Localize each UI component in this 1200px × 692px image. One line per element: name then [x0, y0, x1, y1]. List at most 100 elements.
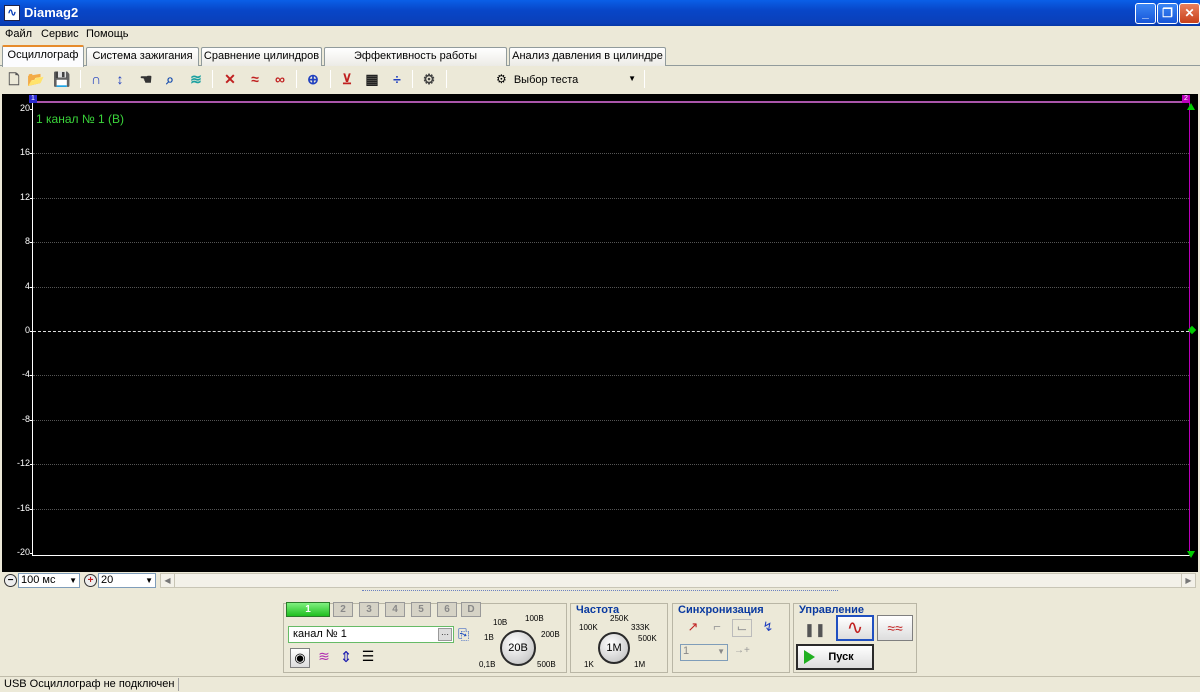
grid-line	[33, 509, 1189, 510]
scroll-left-icon[interactable]: ◀	[161, 574, 175, 587]
grid-line	[33, 198, 1189, 199]
sync-channel-select[interactable]: 1 ▼	[680, 644, 728, 661]
trigger-marker-icon[interactable]: ⊻	[337, 69, 357, 89]
waves-icon[interactable]: ≈	[245, 69, 265, 89]
dropdown-arrow-icon: ▼	[628, 74, 636, 83]
toolbar-separator	[80, 70, 81, 88]
y-tick-label: -20	[16, 547, 30, 557]
horizontal-scrollbar[interactable]: ◀ ▶	[160, 573, 1196, 588]
auto-settings-icon[interactable]: ⚙	[419, 69, 439, 89]
volt-label-200v: 200В	[541, 630, 560, 639]
voltage-knob[interactable]: 20В	[500, 630, 536, 666]
cursor-vertical-icon[interactable]: ↕	[110, 69, 130, 89]
new-file-icon[interactable]: 🗋	[4, 69, 24, 89]
split-icon[interactable]: ÷	[387, 69, 407, 89]
volt-label-1v: 1В	[484, 633, 494, 642]
zoom-icon[interactable]: ⌕	[160, 69, 180, 89]
freq-label-1k: 1K	[584, 660, 594, 669]
tab-pressure-analysis[interactable]: Анализ давления в цилиндре	[509, 47, 666, 66]
y-tick-label: 8	[24, 236, 30, 246]
tab-cylinder-efficiency[interactable]: Эффективность работы цилиндров	[324, 47, 507, 79]
test-select-dropdown[interactable]: ⚙ Выбор теста ▼	[496, 69, 640, 89]
toolbar: 🗋 📂 💾 ∩ ↕ ☚ ⌕ ≋ ✕ ≈ ∞ ⊕ ⊻ ▦ ÷ ⚙ ⚙ Выбор …	[0, 66, 1200, 92]
signal-filter-icon[interactable]: ≋	[314, 648, 334, 668]
freq-label-333k: 333K	[631, 623, 650, 632]
toolbar-separator	[296, 70, 297, 88]
menu-help[interactable]: Помощь	[86, 28, 129, 40]
window-title: Diamag2	[24, 5, 79, 20]
pause-icon[interactable]: ❚❚	[804, 620, 826, 640]
panel-splitter[interactable]	[362, 590, 838, 597]
eye-icon[interactable]: ◉	[290, 648, 310, 668]
close-button[interactable]: ✕	[1179, 3, 1200, 24]
channel-4-button[interactable]: 4	[385, 602, 405, 617]
channel-6-button[interactable]: 6	[437, 602, 457, 617]
start-button[interactable]: Пуск	[796, 644, 874, 670]
cursor-horizontal-icon[interactable]: ∩	[86, 69, 106, 89]
cursor-cross-icon[interactable]: ✕	[220, 69, 240, 89]
lower-limit-marker-icon[interactable]	[1187, 551, 1195, 558]
menu-service[interactable]: Сервис	[41, 28, 79, 40]
y-tick-label: 12	[19, 192, 30, 202]
channel-1-button[interactable]: 1	[286, 602, 330, 617]
toolbar-separator	[412, 70, 413, 88]
test-select-label: Выбор теста	[513, 74, 579, 86]
tab-ignition[interactable]: Система зажигания	[86, 47, 199, 66]
left-channel-marker[interactable]: 1	[29, 95, 37, 103]
zoom-in-amp-icon[interactable]: +	[84, 574, 97, 587]
sync-title: Синхронизация	[678, 604, 764, 616]
auto-sync-cursor-icon[interactable]: ↯	[758, 619, 778, 637]
frequency-knob[interactable]: 1М	[598, 632, 630, 664]
y-tick-label: -8	[21, 414, 30, 424]
auto-scale-icon[interactable]: ⊕	[303, 69, 323, 89]
freq-label-100k: 100K	[579, 623, 598, 632]
rising-level-icon[interactable]: ⌐	[707, 619, 727, 637]
dropdown-arrow-icon: ▼	[717, 647, 725, 656]
overlay-waves-icon[interactable]: ∞	[270, 69, 290, 89]
hand-pan-icon[interactable]: ☚	[136, 69, 156, 89]
oscilloscope-display[interactable]: 1 2 1 канал № 1 (В) 20 16 12 8 4 0 -4 -8 -12 -16 -…	[2, 94, 1198, 572]
channel-d-button[interactable]: D	[461, 602, 481, 617]
channel-3-button[interactable]: 3	[359, 602, 379, 617]
single-wave-icon[interactable]: ∿	[836, 615, 874, 641]
maximize-button[interactable]: ❐	[1157, 3, 1178, 24]
status-separator	[178, 678, 179, 691]
channel-link-icon[interactable]: ⎘	[458, 626, 474, 644]
grid-icon[interactable]: ▦	[362, 69, 382, 89]
vertical-shift-icon[interactable]: ⇕	[336, 648, 356, 668]
zoom-out-time-icon[interactable]: −	[4, 574, 17, 587]
channel-trace-label: 1 канал № 1 (В)	[36, 112, 125, 126]
minimize-button[interactable]: _	[1135, 3, 1156, 24]
menu-file[interactable]: Файл	[5, 28, 32, 40]
y-tick-label: 4	[24, 281, 30, 291]
y-tick-label: 0	[24, 325, 30, 335]
status-bar: USB Осциллограф не подключен	[0, 676, 1200, 692]
waveform-filter-icon[interactable]: ≋	[186, 69, 206, 89]
rising-edge-icon[interactable]: ↗	[683, 619, 703, 637]
y-tick-label: 16	[19, 147, 30, 157]
lines-icon[interactable]: ☰	[358, 648, 378, 668]
amp-scale-select[interactable]: 20 ▼	[98, 573, 156, 588]
volt-label-10v: 10В	[493, 618, 508, 627]
sync-group: Синхронизация	[672, 603, 790, 673]
channel-5-button[interactable]: 5	[411, 602, 431, 617]
channel-2-button[interactable]: 2	[333, 602, 353, 617]
toolbar-separator	[212, 70, 213, 88]
multi-wave-icon[interactable]: ≈≈	[877, 615, 913, 641]
grid-line	[33, 464, 1189, 465]
plot-top-border	[32, 101, 1190, 103]
browse-icon[interactable]: ···	[438, 628, 452, 641]
save-icon[interactable]: 💾	[52, 69, 72, 89]
falling-level-icon[interactable]: ⌙	[732, 619, 752, 637]
toolbar-separator	[446, 70, 447, 88]
channel-name-field[interactable]: канал № 1 ···	[288, 626, 454, 643]
scroll-right-icon[interactable]: ▶	[1181, 574, 1195, 587]
right-channel-marker[interactable]: 2	[1182, 95, 1190, 103]
tab-cylinder-compare[interactable]: Сравнение цилиндров	[201, 47, 322, 66]
open-folder-icon[interactable]: 📂	[26, 69, 46, 89]
upper-limit-marker-icon[interactable]	[1187, 103, 1195, 110]
tab-oscilloscope[interactable]: Осциллограф	[2, 45, 84, 67]
time-scale-select[interactable]: 100 мс ▼	[18, 573, 80, 588]
amp-scale-value: 20	[101, 574, 114, 586]
sync-delay-icon[interactable]: →+	[734, 645, 754, 659]
